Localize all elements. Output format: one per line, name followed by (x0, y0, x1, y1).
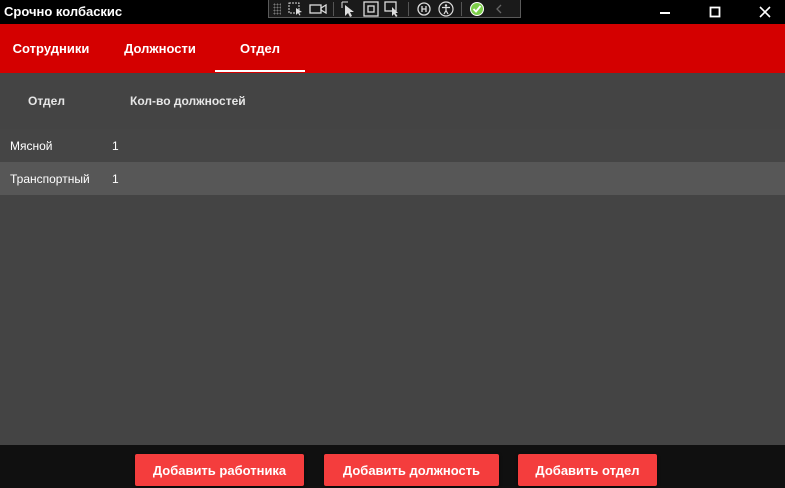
display-layout-icon[interactable] (360, 0, 382, 17)
maximize-icon (709, 6, 721, 18)
close-icon (759, 6, 771, 18)
title-bar: Срочно колбаскис (0, 0, 785, 24)
add-employee-button[interactable]: Добавить работника (135, 454, 304, 486)
toolbar-separator (408, 1, 409, 16)
hot-reload-icon[interactable] (413, 1, 435, 17)
table-row[interactable]: Мясной 1 (0, 129, 785, 162)
table-header: Отдел Кол-во должностей (0, 73, 785, 130)
tab-department[interactable]: Отдел (215, 24, 305, 73)
column-header-position-count[interactable]: Кол-во должностей (130, 94, 246, 108)
tab-positions[interactable]: Должности (108, 24, 212, 73)
select-element-icon[interactable] (285, 1, 307, 17)
grip-icon[interactable] (273, 2, 281, 15)
debug-toolbar (268, 0, 521, 18)
toolbar-separator (333, 1, 334, 16)
add-department-button[interactable]: Добавить отдел (518, 454, 657, 486)
track-focus-icon[interactable] (382, 0, 404, 17)
department-name: Мясной (10, 139, 53, 153)
tab-label: Должности (124, 41, 196, 56)
position-count: 1 (112, 139, 119, 153)
footer-bar: Добавить работника Добавить должность До… (0, 445, 785, 488)
tab-bar: Сотрудники Должности Отдел (0, 24, 785, 73)
tab-label: Сотрудники (12, 41, 90, 56)
collapse-chevron-icon[interactable] (488, 1, 510, 17)
minimize-button[interactable] (642, 0, 688, 24)
minimize-icon (660, 12, 670, 14)
department-name: Транспортный (10, 172, 90, 186)
video-icon[interactable] (307, 1, 329, 17)
table-row[interactable]: Транспортный 1 (0, 162, 785, 195)
close-button[interactable] (742, 0, 785, 24)
tab-employees[interactable]: Сотрудники (0, 24, 102, 73)
accessibility-icon[interactable] (435, 0, 457, 17)
pointer-icon[interactable] (338, 1, 360, 17)
active-tab-indicator (215, 70, 305, 72)
tab-label: Отдел (239, 41, 281, 56)
department-table: Отдел Кол-во должностей Мясной 1 Транспо… (0, 73, 785, 445)
maximize-button[interactable] (692, 0, 738, 24)
position-count: 1 (112, 172, 119, 186)
window-title: Срочно колбаскис (4, 4, 123, 19)
add-position-button[interactable]: Добавить должность (324, 454, 499, 486)
column-header-department[interactable]: Отдел (28, 94, 65, 108)
toolbar-separator (461, 1, 462, 16)
checkmark-icon[interactable] (466, 1, 488, 17)
